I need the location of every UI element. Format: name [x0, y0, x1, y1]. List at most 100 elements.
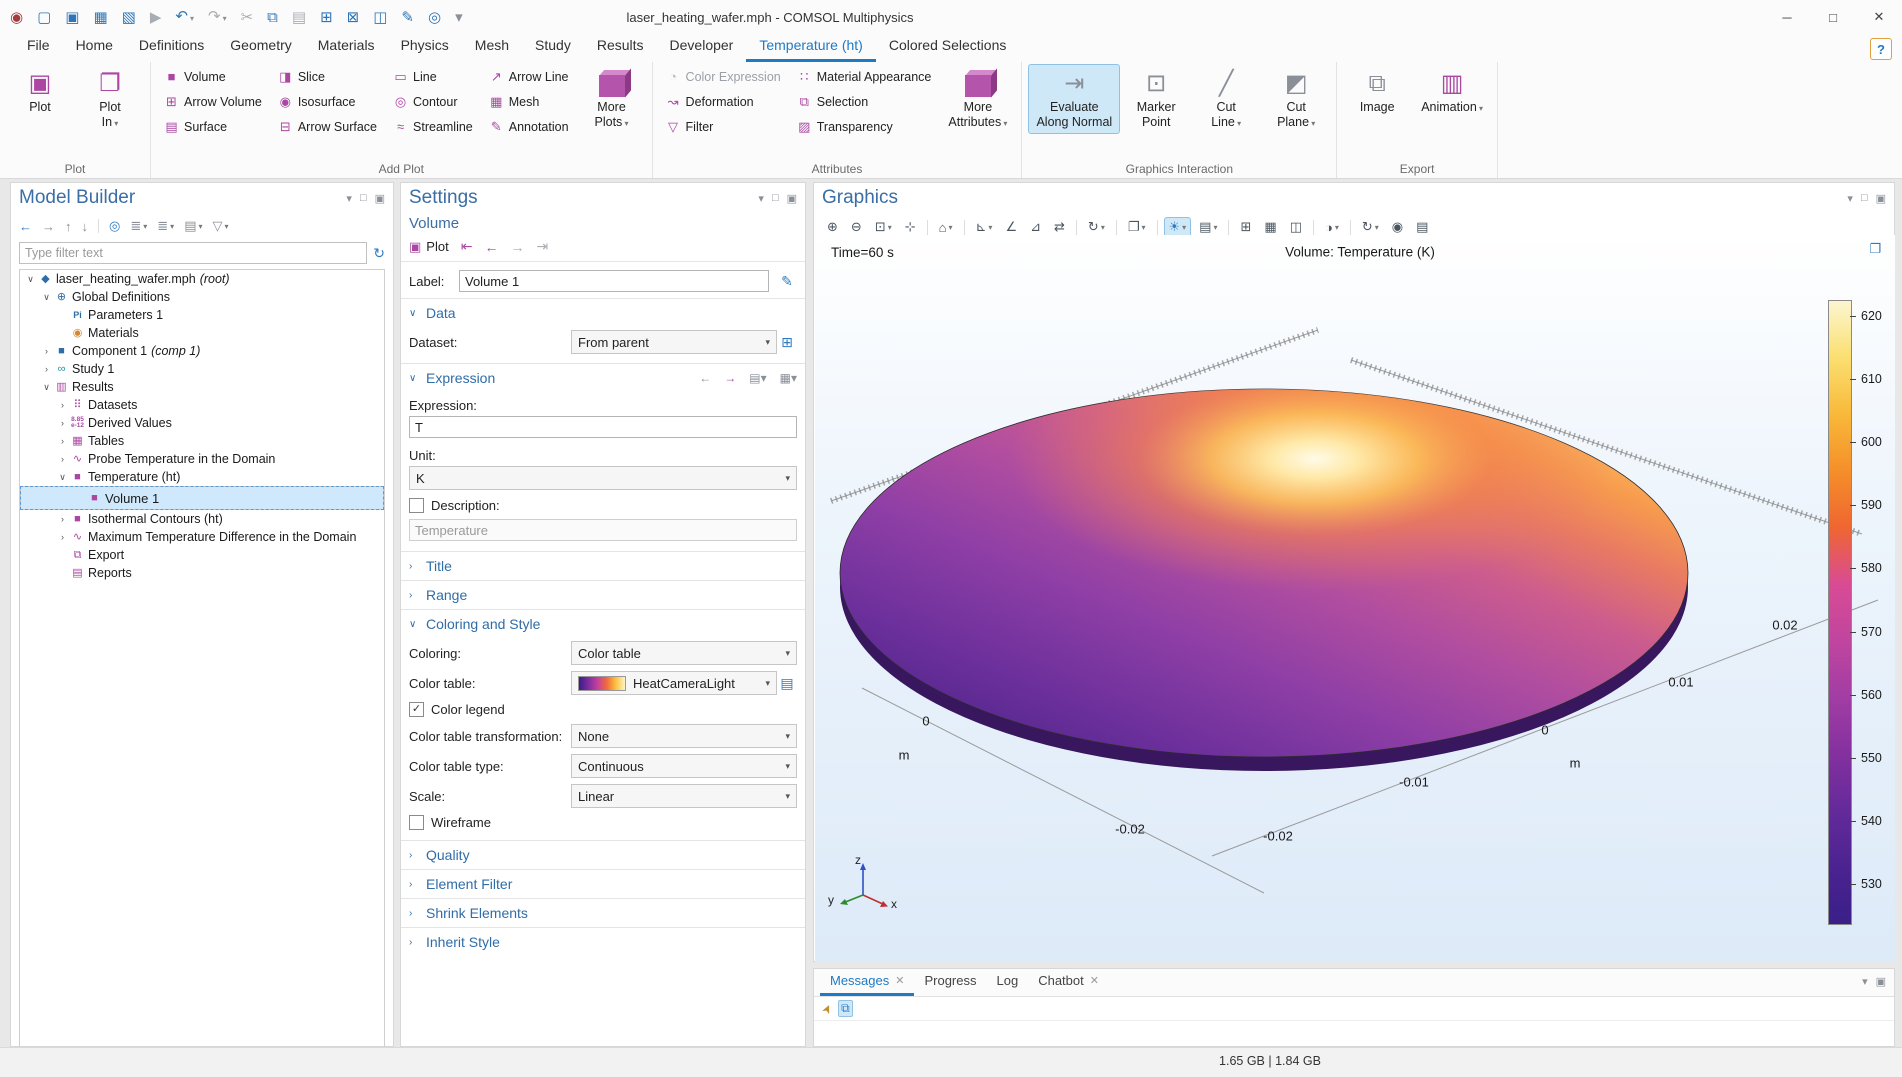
- undo-icon[interactable]: ↶▾: [175, 9, 194, 26]
- nav-back-icon[interactable]: ←: [19, 219, 32, 234]
- snapshot-icon[interactable]: ◉: [1387, 217, 1408, 237]
- window-layout-icon[interactable]: ❐▾: [1123, 217, 1151, 237]
- section-quality[interactable]: ›Quality: [401, 840, 805, 869]
- cut-plane-button[interactable]: ◩CutPlane ▾: [1262, 64, 1330, 135]
- show-axes-icon[interactable]: ▦: [1259, 217, 1281, 237]
- expand-all-icon[interactable]: ≣▾: [157, 218, 174, 234]
- section-shrink-elements[interactable]: ›Shrink Elements: [401, 898, 805, 927]
- tree-item-probe-temperature-in-the-domain[interactable]: ›∿Probe Temperature in the Domain: [20, 450, 384, 468]
- volume-button[interactable]: ■Volume: [157, 64, 269, 89]
- close-tab-icon[interactable]: ✕: [895, 974, 904, 987]
- expander-icon[interactable]: ›: [56, 400, 69, 410]
- paste-icon[interactable]: ▤: [292, 10, 306, 25]
- section-expression[interactable]: ∨Expression ← → ▤▾ ▦▾: [401, 363, 805, 392]
- plot-in-button[interactable]: ❐PlotIn ▾: [76, 64, 144, 135]
- mesh-button[interactable]: ▦Mesh: [482, 89, 576, 114]
- menu-tab-temperature-ht-[interactable]: Temperature (ht): [746, 33, 875, 62]
- arrow-surface-button[interactable]: ⊟Arrow Surface: [271, 114, 384, 139]
- coloring-select[interactable]: Color table▾: [571, 641, 797, 665]
- comsol-logo[interactable]: ◉: [10, 10, 23, 25]
- plot-area[interactable]: Time=60 s Volume: Temperature (K) ❐ z y …: [815, 235, 1895, 962]
- color-table-select[interactable]: HeatCameraLight▾: [571, 671, 777, 695]
- tree-item-study-1[interactable]: ›∞Study 1: [20, 360, 384, 378]
- line-button[interactable]: ▭Line: [386, 64, 480, 89]
- copy-icon[interactable]: ⧉: [267, 10, 278, 25]
- redo-icon[interactable]: ↷▾: [208, 9, 227, 26]
- more-plots-button[interactable]: MorePlots ▾: [578, 64, 646, 135]
- split-view-icon[interactable]: ◫: [1285, 217, 1307, 237]
- material-rendering-icon[interactable]: ◑▾: [1320, 218, 1344, 237]
- menu-tab-developer[interactable]: Developer: [657, 33, 747, 62]
- expander-icon[interactable]: ›: [56, 418, 69, 428]
- xy-plane-view-icon[interactable]: ∠: [1000, 217, 1022, 237]
- expander-icon[interactable]: ∨: [40, 382, 53, 393]
- previous-plot-icon[interactable]: ←: [484, 239, 498, 255]
- close-tab-icon[interactable]: ✕: [1090, 974, 1099, 987]
- color-expression-button[interactable]: ◔Color Expression: [659, 64, 788, 89]
- tab-chatbot[interactable]: Chatbot✕: [1028, 969, 1109, 996]
- help-icon[interactable]: ?: [1870, 38, 1892, 60]
- section-data[interactable]: ∨Data: [401, 298, 805, 327]
- mirror-view-icon[interactable]: ⇄: [1049, 217, 1070, 237]
- run-icon[interactable]: ▶: [150, 10, 162, 25]
- tree-filter-input[interactable]: [19, 242, 367, 264]
- yz-plane-view-icon[interactable]: ⊿: [1025, 217, 1046, 237]
- zoom-extents-icon[interactable]: ⊹: [900, 217, 921, 237]
- description-input[interactable]: [409, 519, 797, 541]
- expander-icon[interactable]: ∨: [40, 292, 53, 303]
- close-button[interactable]: ✕: [1856, 0, 1902, 34]
- section-element-filter[interactable]: ›Element Filter: [401, 869, 805, 898]
- tree-columns-icon[interactable]: ▤▾: [184, 218, 202, 234]
- refresh-tree-icon[interactable]: ↻: [373, 245, 385, 262]
- color-table-transformation-select[interactable]: None▾: [571, 724, 797, 748]
- material-appearance-button[interactable]: ∷Material Appearance: [790, 64, 939, 89]
- description-checkbox[interactable]: [409, 498, 424, 513]
- expander-icon[interactable]: ›: [40, 364, 53, 374]
- tree-item-tables[interactable]: ›▦Tables: [20, 432, 384, 450]
- pin-panel-icon[interactable]: ▣: [375, 192, 385, 205]
- zoom-in-icon[interactable]: ⊕: [822, 217, 843, 237]
- tree-item-reports[interactable]: ▤Reports: [20, 564, 384, 582]
- move-down-icon[interactable]: ↓: [82, 219, 89, 234]
- tree-item-results[interactable]: ∨▥Results: [20, 378, 384, 396]
- more-attributes-button[interactable]: MoreAttributes ▾: [940, 64, 1015, 135]
- cut-line-button[interactable]: ╱CutLine ▾: [1192, 64, 1260, 135]
- scale-select[interactable]: Linear▾: [571, 784, 797, 808]
- label-input[interactable]: [459, 270, 769, 292]
- pointer-icon[interactable]: ➤: [819, 1001, 836, 1016]
- first-plot-icon[interactable]: ⇤: [461, 238, 473, 255]
- tree-item-global-definitions[interactable]: ∨⊕Global Definitions: [20, 288, 384, 306]
- panel-menu-icon[interactable]: ▾: [346, 192, 352, 205]
- save-as-icon[interactable]: ▧: [122, 10, 136, 25]
- select-box-icon[interactable]: ◫: [373, 10, 387, 25]
- float-panel-icon[interactable]: □: [360, 192, 367, 205]
- unit-select[interactable]: K▾: [409, 466, 797, 490]
- tree-item-export[interactable]: ⧉Export: [20, 546, 384, 564]
- menu-tab-definitions[interactable]: Definitions: [126, 33, 217, 62]
- new-file-icon[interactable]: ▢: [37, 10, 51, 25]
- section-title[interactable]: ›Title: [401, 551, 805, 580]
- menu-tab-study[interactable]: Study: [522, 33, 584, 62]
- selection-button[interactable]: ⧉Selection: [790, 89, 939, 114]
- replot-icon[interactable]: ↻▾: [1083, 217, 1110, 237]
- tree-item-isothermal-contours-ht-[interactable]: ›■Isothermal Contours (ht): [20, 510, 384, 528]
- arrow-volume-button[interactable]: ⊞Arrow Volume: [157, 89, 269, 114]
- dataset-select[interactable]: From parent▾: [571, 330, 777, 354]
- show-icon[interactable]: ◎: [109, 218, 120, 234]
- slice-button[interactable]: ◨Slice: [271, 64, 384, 89]
- image-button[interactable]: ⧉Image: [1343, 64, 1411, 119]
- expander-icon[interactable]: ›: [56, 436, 69, 446]
- save-icon[interactable]: ▦: [93, 10, 107, 25]
- detach-plot-icon[interactable]: ❐: [1869, 241, 1881, 257]
- transparency-button[interactable]: ▨Transparency: [790, 114, 939, 139]
- animation-button[interactable]: ▥Animation ▾: [1413, 64, 1491, 120]
- measure-icon[interactable]: ⊾▾: [971, 217, 998, 237]
- panel-menu-icon[interactable]: ▾: [758, 192, 764, 205]
- prev-expression-icon[interactable]: ←: [699, 371, 711, 385]
- plot-button[interactable]: ▣ Plot: [409, 239, 449, 255]
- tree-item-derived-values[interactable]: ›8.85e-12Derived Values: [20, 414, 384, 432]
- menu-tab-mesh[interactable]: Mesh: [462, 33, 522, 62]
- contour-button[interactable]: ◎Contour: [386, 89, 480, 114]
- menu-tab-materials[interactable]: Materials: [305, 33, 388, 62]
- pin-panel-icon[interactable]: ▣: [1876, 192, 1886, 205]
